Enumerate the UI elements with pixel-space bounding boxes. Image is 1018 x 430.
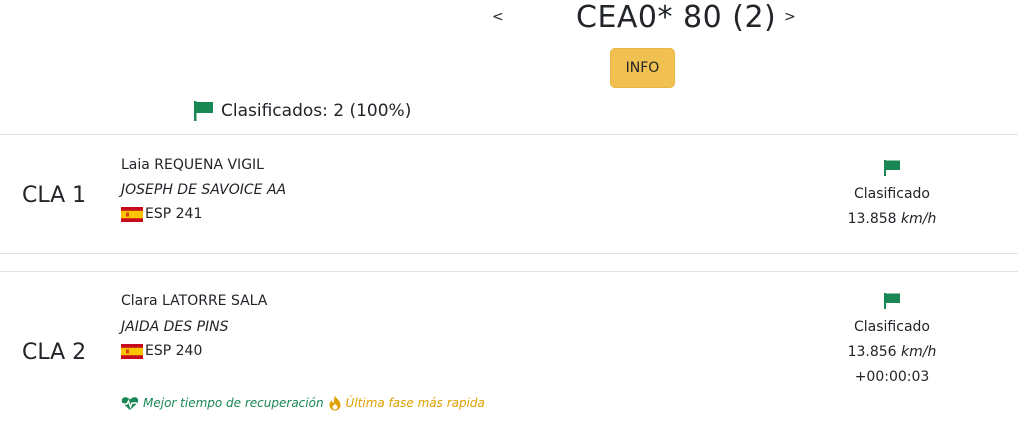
horse-name: JAIDA DES PINS — [121, 319, 229, 335]
bib-number: ESP 241 — [145, 206, 203, 222]
flag-icon — [883, 158, 901, 178]
page-title: CEA0* 80 (2) — [576, 0, 777, 35]
bib-number: ESP 240 — [145, 343, 203, 359]
rider-name: Laia REQUENA VIGIL — [121, 157, 264, 173]
fire-icon — [328, 395, 342, 411]
horse-name: JOSEPH DE SAVOICE AA — [121, 182, 287, 198]
spain-flag-icon — [121, 206, 143, 222]
time-gap: +00:00:03 — [854, 369, 930, 385]
heartbeat-icon — [121, 396, 139, 411]
flag-icon — [883, 291, 901, 311]
flag-icon — [193, 100, 215, 122]
divider — [0, 134, 1018, 135]
fastest-phase-badge: Última fase más rapida — [328, 395, 485, 411]
rider-name: Clara LATORRE SALA — [121, 293, 268, 309]
classified-summary: Clasificados: 2 (100%) — [193, 100, 411, 122]
divider — [0, 271, 1018, 272]
speed-value: 13.858 km/h — [847, 211, 937, 227]
nation-info: ESP 241 — [121, 206, 202, 222]
previous-category-button[interactable]: < — [492, 9, 504, 25]
status-text: Clasificado — [854, 319, 930, 335]
speed-value: 13.856 km/h — [847, 344, 937, 360]
info-button[interactable]: INFO — [610, 48, 675, 88]
fastest-phase-label: Última fase más rapida — [345, 396, 485, 410]
divider — [0, 253, 1018, 254]
position-label: CLA 2 — [22, 340, 87, 365]
status-block: Clasificado 13.856 km/h +00:00:03 — [830, 291, 954, 390]
achievement-badges: Mejor tiempo de recuperación Última fase… — [121, 395, 485, 411]
nation-info: ESP 240 — [121, 343, 202, 359]
spain-flag-icon — [121, 343, 143, 359]
status-block: Clasificado 13.858 km/h — [830, 158, 954, 232]
position-label: CLA 1 — [22, 183, 87, 208]
classified-summary-text: Clasificados: 2 (100%) — [221, 101, 412, 121]
best-recovery-label: Mejor tiempo de recuperación — [143, 396, 324, 410]
best-recovery-badge: Mejor tiempo de recuperación — [121, 396, 324, 411]
next-category-button[interactable]: > — [784, 9, 796, 25]
status-text: Clasificado — [854, 186, 930, 202]
